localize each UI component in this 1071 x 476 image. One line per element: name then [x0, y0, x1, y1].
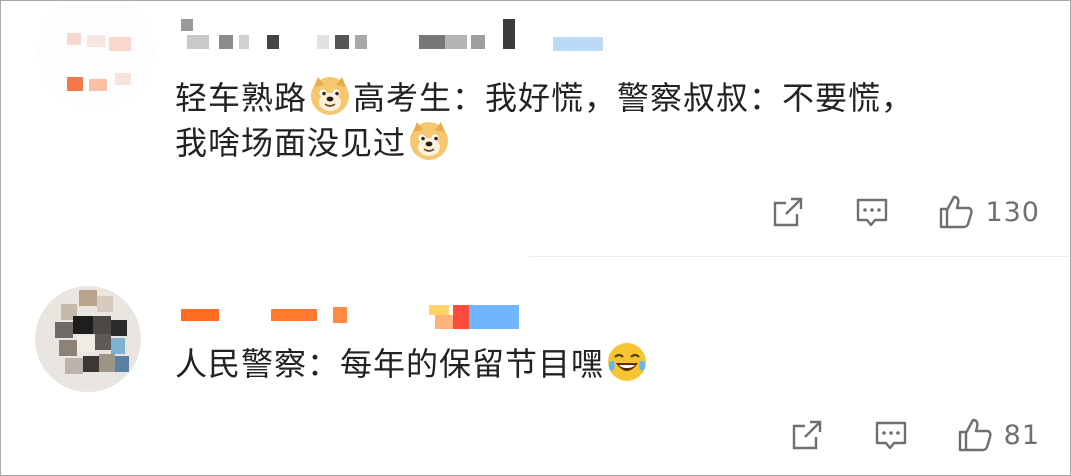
doge-emoji-icon [309, 75, 351, 117]
comment-text-part: 高考生：我好慌，警察叔叔：不要慌， [353, 79, 915, 117]
comment-list: 轻车熟路 高考生：我好慌，警察叔叔：不要慌， 我啥场面没见过 130 人民警察：… [0, 0, 1071, 476]
laugh-cry-emoji-icon [606, 341, 648, 383]
comment-icon[interactable] [853, 193, 891, 231]
username-redacted[interactable] [181, 19, 621, 55]
comment-text-part: 我啥场面没见过 [175, 124, 407, 162]
like-count: 130 [985, 196, 1040, 228]
share-icon[interactable] [788, 416, 826, 454]
comment-text: 人民警察：每年的保留节目嘿 [175, 341, 650, 386]
comment-text: 轻车熟路 高考生：我好慌，警察叔叔：不要慌， 我啥场面没见过 [175, 75, 914, 165]
doge-emoji-icon [408, 120, 450, 162]
share-icon[interactable] [769, 193, 807, 231]
thumbs-up-icon[interactable] [937, 193, 975, 231]
comment-actions: 130 [723, 193, 1040, 231]
avatar[interactable] [35, 286, 141, 392]
thumbs-up-icon[interactable] [956, 416, 994, 454]
like-count: 81 [1003, 419, 1040, 451]
username-redacted[interactable] [181, 301, 541, 337]
comment-icon[interactable] [872, 416, 910, 454]
comment-text-part: 轻车熟路 [175, 79, 308, 117]
comment-actions: 81 [742, 416, 1040, 454]
avatar[interactable] [37, 1, 155, 111]
divider [529, 256, 1070, 257]
comment-text-part: 人民警察：每年的保留节目嘿 [175, 345, 605, 383]
